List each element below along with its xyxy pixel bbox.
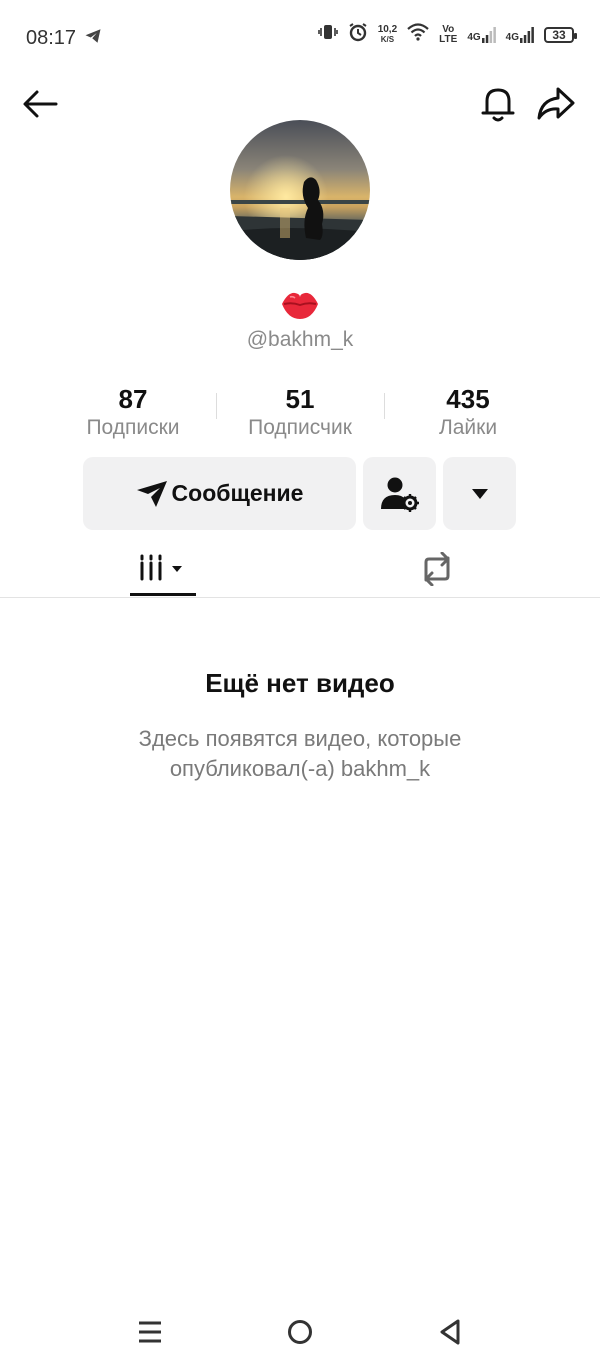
network-speed: 10,2 K/S [377,23,398,45]
stat-label: Подписки [86,416,180,439]
active-tab-indicator [130,593,196,596]
nav-recents-button[interactable] [128,1310,172,1354]
stat-label: Лайки [438,416,498,439]
network-type-1: 4G [467,31,481,43]
username: @bakhm_k [246,328,354,351]
volte-top: Vo [442,23,455,35]
empty-state-subtitle: Здесь появятся видео, которые опубликова… [100,724,500,784]
battery-icon: 33 [544,26,577,43]
message-button[interactable]: Сообщение [83,457,356,530]
vibrate-icon [317,23,338,46]
stat-value: 51 [285,384,315,414]
status-bar: 08:17 10,2 K/S Vo LTE 4G 4G 33 [0,0,600,76]
menu-icon [139,1321,161,1343]
stat-following[interactable]: 87 Подписки [48,384,218,440]
triangle-back-icon [440,1319,460,1345]
telegram-icon [84,27,102,50]
stat-likes[interactable]: 435 Лайки [383,384,553,440]
stat-value: 435 [446,384,490,414]
notification-button[interactable] [476,82,520,126]
speed-value: 10,2 [377,23,398,35]
tabs-divider [0,597,600,598]
wifi-icon [407,23,429,46]
repost-icon [424,552,450,586]
tab-reposts[interactable] [404,540,470,598]
video-grid-icon [140,554,182,581]
more-options-button[interactable] [443,457,516,530]
empty-state-subtitle-line2: опубликовал(-а) bakhm_k [169,756,431,781]
empty-state-subtitle-line1: Здесь появятся видео, которые [138,726,462,751]
nav-back-button[interactable] [428,1310,472,1354]
network-type-2: 4G [505,31,519,43]
bell-icon [481,88,515,122]
avatar[interactable] [230,120,370,260]
stat-value: 87 [118,384,148,414]
volte-bottom: LTE [439,33,458,45]
alarm-icon [348,22,368,47]
share-button[interactable] [534,82,578,126]
nav-home-button[interactable] [278,1310,322,1354]
back-button[interactable] [18,82,62,126]
send-icon [136,480,167,507]
signal-1: 4G [467,26,496,43]
stat-followers[interactable]: 51 Подписчик [215,384,385,440]
user-settings-icon [380,477,419,512]
volte-indicator: Vo LTE [439,23,458,45]
signal-2: 4G [505,26,534,43]
empty-state-title: Ещё нет видео [205,668,395,698]
user-settings-button[interactable] [363,457,436,530]
speed-unit: K/S [380,34,395,44]
caret-down-icon [471,488,488,499]
lips-icon [280,288,320,322]
battery-level: 33 [552,27,566,42]
share-icon [537,87,575,120]
stat-label: Подписчик [248,416,352,439]
tab-videos[interactable] [130,540,196,598]
arrow-left-icon [23,90,58,118]
home-circle-icon [288,1320,312,1344]
status-time: 08:17 [26,27,77,49]
message-button-label: Сообщение [171,480,304,506]
